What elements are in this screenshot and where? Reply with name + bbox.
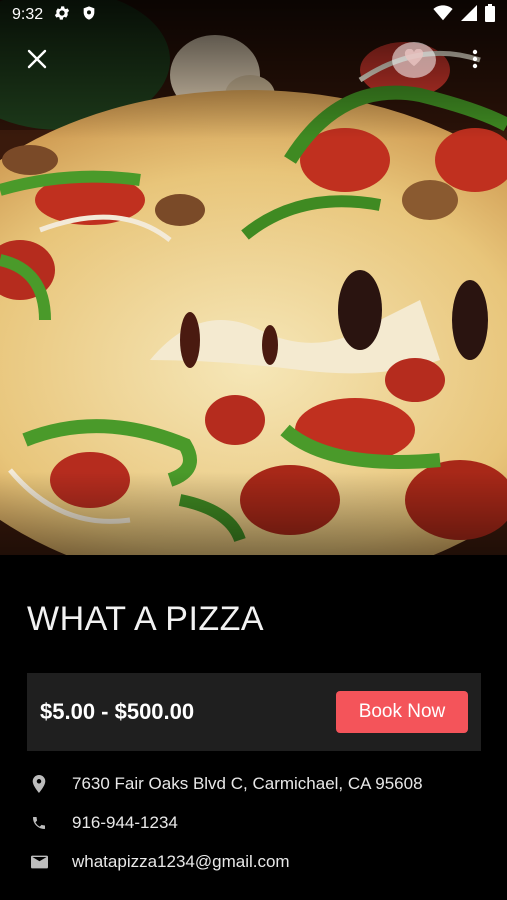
address-row[interactable]: 7630 Fair Oaks Blvd C, Carmichael, CA 95… bbox=[30, 774, 423, 794]
heart-icon bbox=[404, 48, 424, 72]
more-options-button[interactable] bbox=[462, 46, 488, 76]
status-time: 9:32 bbox=[12, 6, 44, 23]
email-row[interactable]: whatapizza1234@gmail.com bbox=[30, 852, 290, 872]
hero-image bbox=[0, 0, 507, 555]
gear-icon bbox=[53, 4, 71, 27]
location-pin-icon bbox=[30, 774, 48, 794]
signal-icon bbox=[461, 4, 477, 26]
address-text: 7630 Fair Oaks Blvd C, Carmichael, CA 95… bbox=[72, 774, 423, 793]
phone-text: 916-944-1234 bbox=[72, 813, 178, 832]
email-icon bbox=[30, 852, 48, 872]
phone-icon bbox=[30, 813, 48, 833]
battery-icon bbox=[485, 3, 495, 27]
email-text: whatapizza1234@gmail.com bbox=[72, 852, 290, 871]
favorite-button[interactable] bbox=[392, 42, 436, 78]
status-right bbox=[433, 3, 495, 27]
more-vert-icon bbox=[472, 49, 478, 74]
status-left: 9:32 bbox=[12, 4, 97, 27]
page-title: WHAT A PIZZA bbox=[27, 600, 265, 638]
price-range: $5.00 - $500.00 bbox=[40, 699, 195, 724]
book-now-button[interactable]: Book Now bbox=[336, 691, 468, 733]
wifi-icon bbox=[433, 4, 453, 26]
price-card: $5.00 - $500.00 Book Now bbox=[27, 673, 481, 751]
close-icon bbox=[27, 49, 47, 74]
phone-row[interactable]: 916-944-1234 bbox=[30, 813, 178, 833]
status-bar: 9:32 bbox=[0, 0, 507, 30]
shield-icon bbox=[81, 4, 97, 27]
close-button[interactable] bbox=[22, 46, 52, 76]
